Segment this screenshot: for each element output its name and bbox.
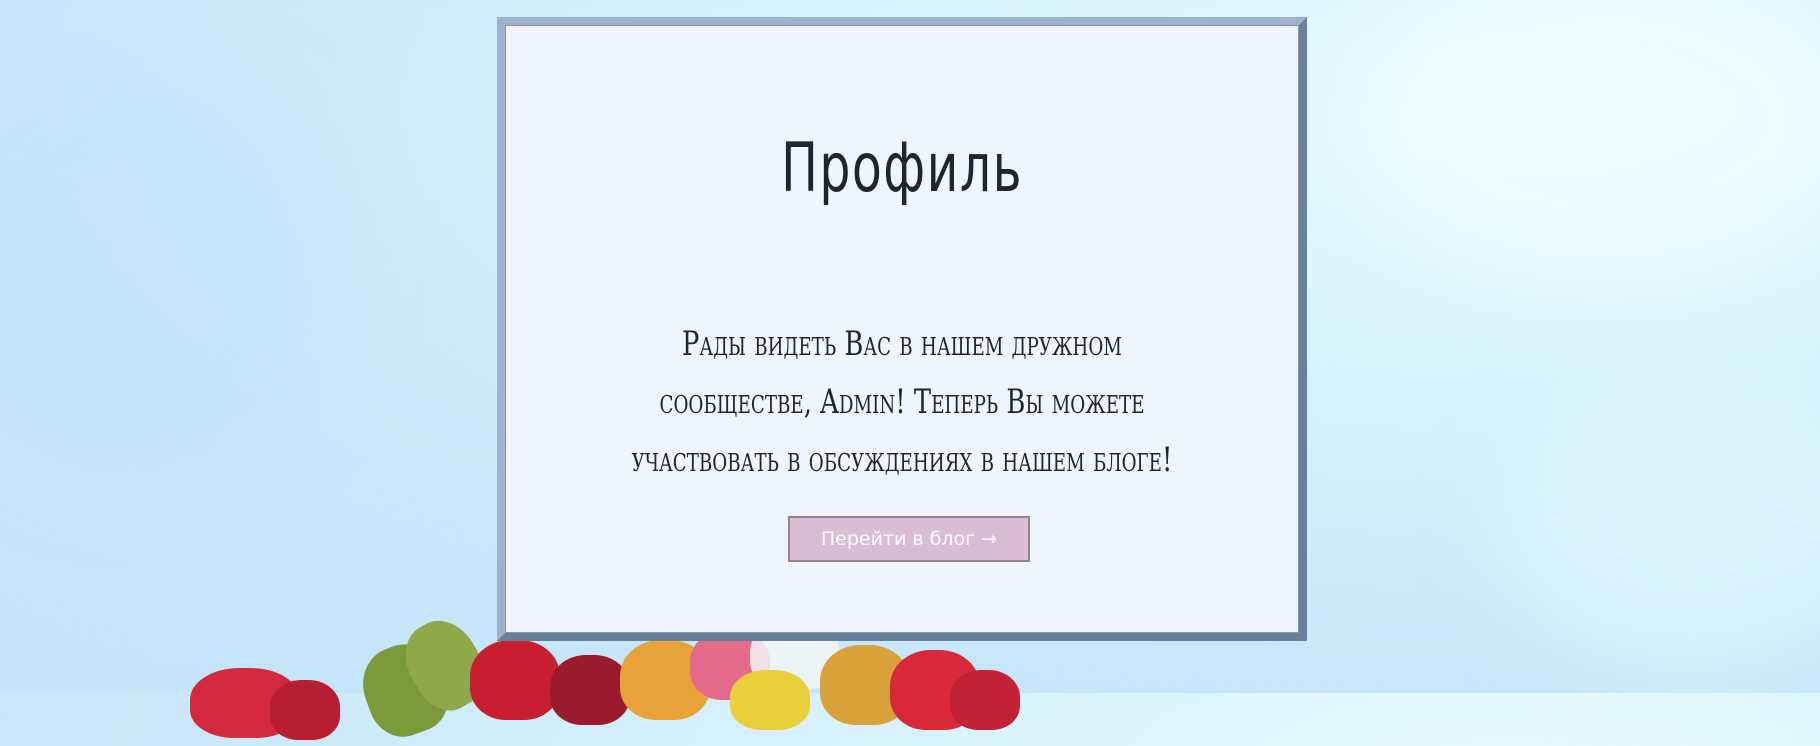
profile-card-content: Профиль Рады видеть Вас в нашем дружном … xyxy=(505,25,1299,633)
background-light-spot xyxy=(1350,0,1820,300)
gummy-bear xyxy=(730,670,810,730)
background-light-spot xyxy=(0,60,340,480)
background-light-spot xyxy=(1500,380,1820,680)
profile-card: Профиль Рады видеть Вас в нашем дружном … xyxy=(497,17,1307,641)
gummy-bear xyxy=(550,655,630,725)
go-to-blog-button[interactable]: Перейти в блог → xyxy=(788,516,1030,562)
welcome-message: Рады видеть Вас в нашем дружном сообщест… xyxy=(631,324,1173,480)
page-title: Профиль xyxy=(781,129,1023,208)
gummy-bear xyxy=(270,680,340,740)
gummy-bear xyxy=(950,670,1020,730)
gummy-bear xyxy=(470,640,560,720)
